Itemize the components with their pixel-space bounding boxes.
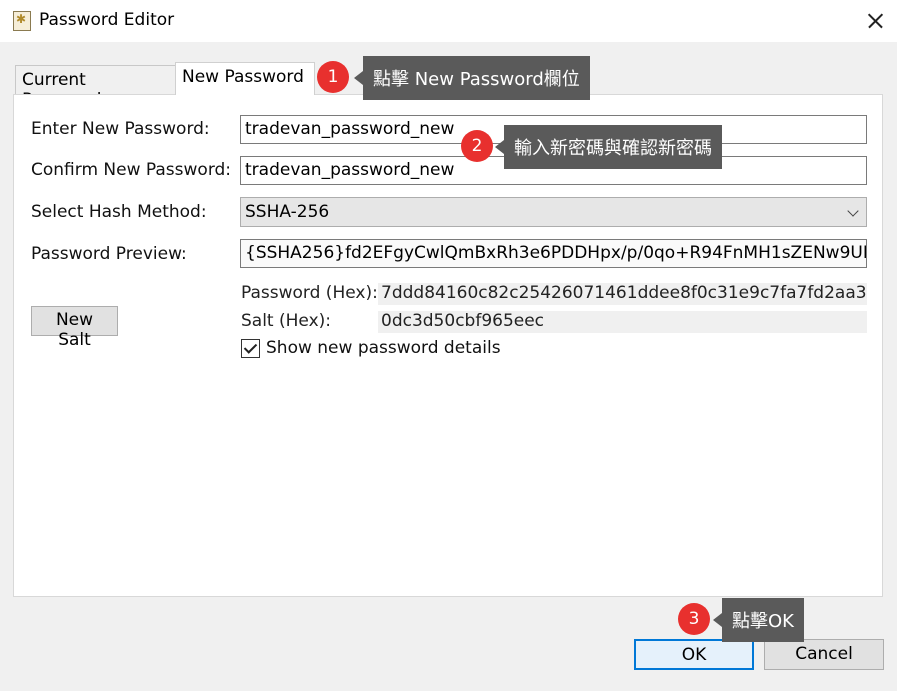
callout-text-1: 點擊 New Password欄位: [354, 56, 590, 100]
app-icon: [13, 11, 31, 31]
password-preview-label: Password Preview:: [31, 244, 187, 264]
ok-button[interactable]: OK: [634, 639, 754, 670]
hash-method-value: SSHA-256: [245, 202, 330, 222]
callout-text-2: 輸入新密碼與確認新密碼: [495, 125, 722, 169]
hash-method-select[interactable]: SSHA-256: [240, 197, 867, 227]
confirm-password-label: Confirm New Password:: [31, 160, 232, 180]
password-hex-value: 7ddd84160c82c25426071461ddee8f0c31e9c7fa…: [378, 283, 867, 305]
tab-new-password[interactable]: New Password: [175, 62, 315, 95]
close-icon[interactable]: [860, 6, 890, 36]
new-salt-button[interactable]: New Salt: [31, 306, 118, 350]
title-bar: Password Editor: [0, 0, 897, 42]
show-details-label[interactable]: Show new password details: [266, 338, 501, 358]
enter-password-label: Enter New Password:: [31, 119, 210, 139]
cancel-button[interactable]: Cancel: [764, 639, 884, 670]
show-details-checkbox[interactable]: [241, 339, 260, 358]
password-preview-field[interactable]: {SSHA256}fd2EFgyCwlQmBxRh3e6PDDHpx/p/0qo…: [240, 239, 867, 268]
callout-badge-2: 2: [461, 130, 493, 162]
password-hex-label: Password (Hex):: [241, 283, 378, 303]
salt-hex-value: 0dc3d50cbf965eec: [378, 311, 867, 333]
callout-text-3: 點擊OK: [713, 598, 804, 642]
hash-method-label: Select Hash Method:: [31, 202, 207, 222]
salt-hex-label: Salt (Hex):: [241, 311, 331, 331]
chevron-down-icon: [847, 205, 859, 217]
callout-badge-3: 3: [678, 603, 710, 635]
window-title: Password Editor: [39, 10, 175, 30]
callout-badge-1: 1: [317, 61, 349, 93]
tab-current-password[interactable]: Current Password: [15, 65, 177, 110]
